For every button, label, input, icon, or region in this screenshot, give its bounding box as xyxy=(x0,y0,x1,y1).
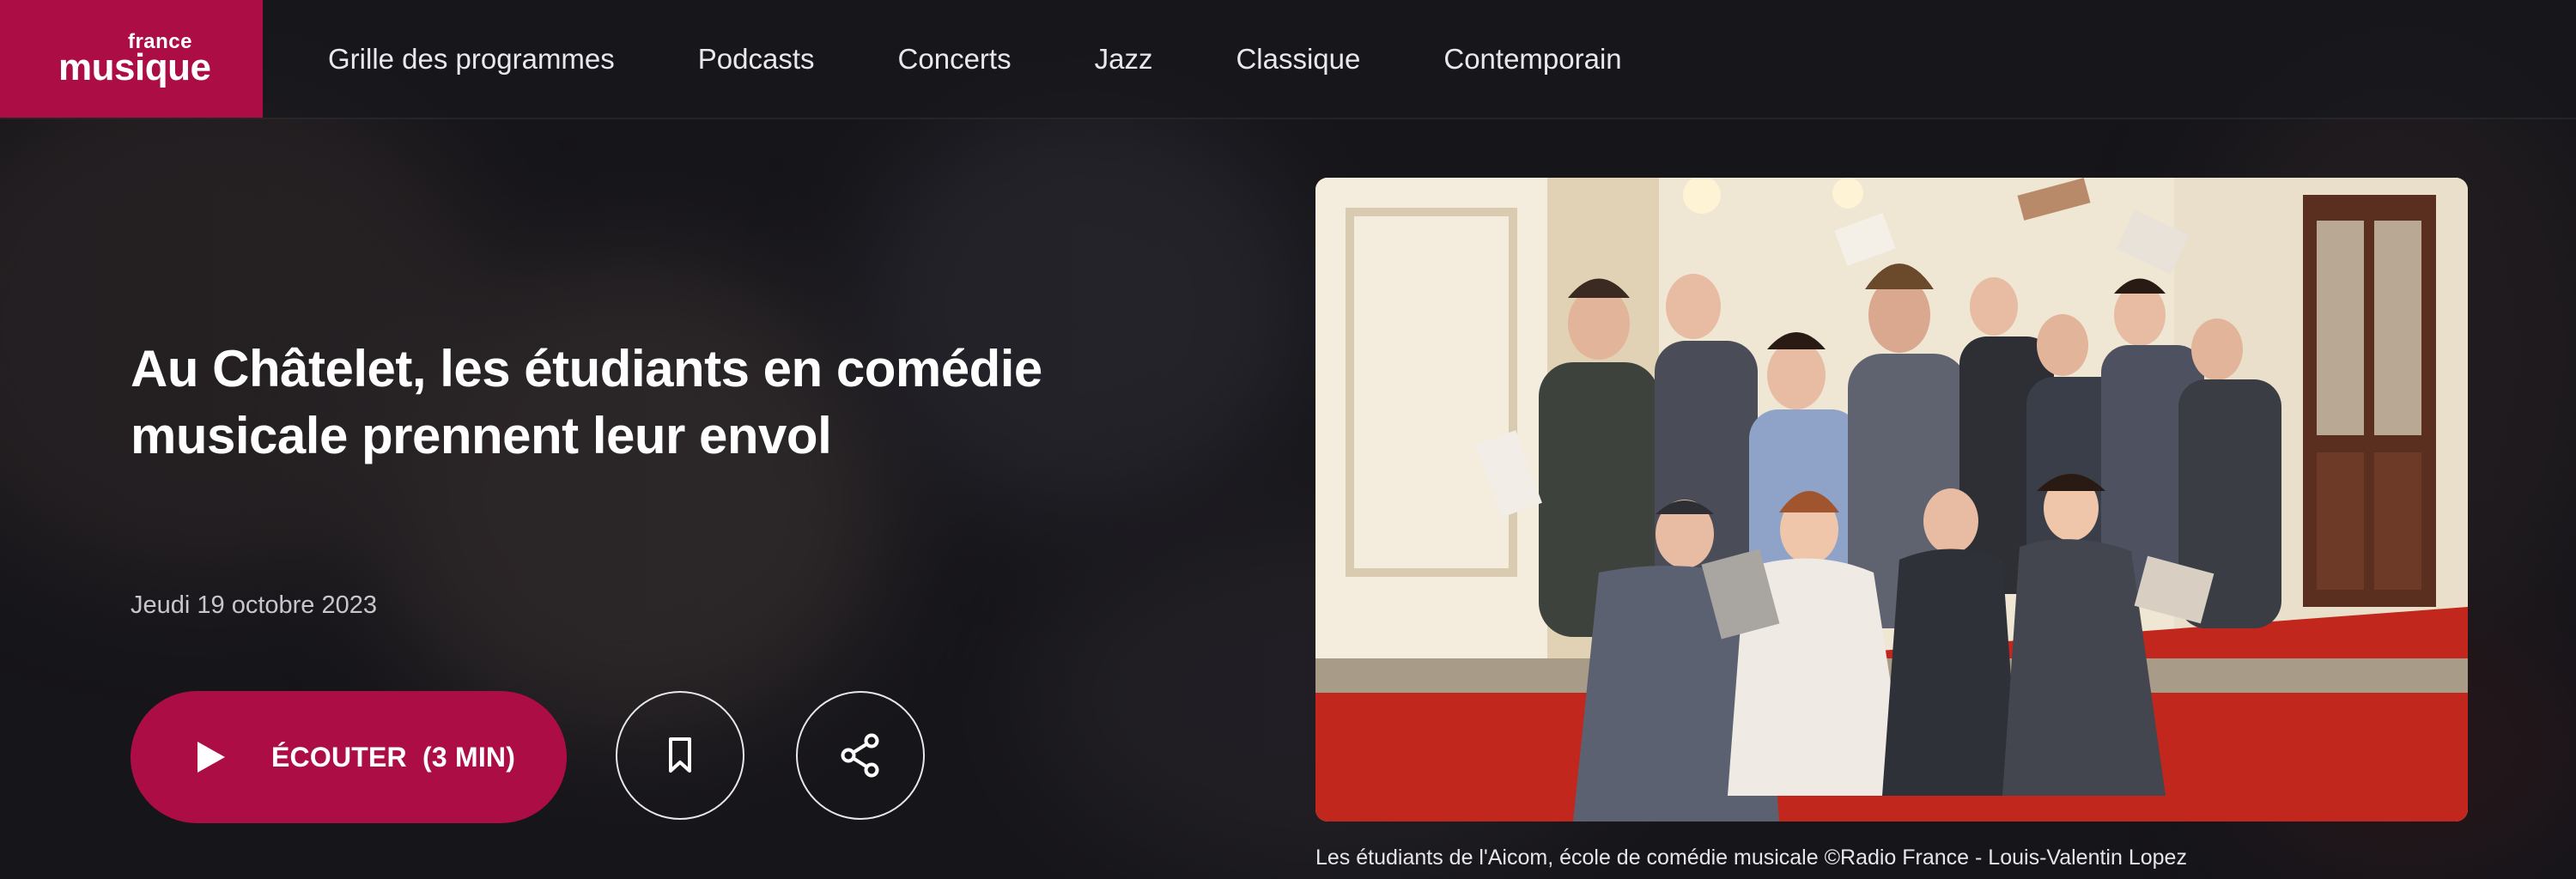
listen-button-label: ÉCOUTER (3 MIN) xyxy=(271,741,516,773)
nav-item-classique[interactable]: Classique xyxy=(1236,43,1360,76)
publication-date: Jeudi 19 octobre 2023 xyxy=(131,591,377,619)
nav-item-concerts[interactable]: Concerts xyxy=(898,43,1012,76)
logo-wordmark: france musique xyxy=(58,31,211,87)
main-navigation: Grille des programmes Podcasts Concerts … xyxy=(328,0,1705,118)
listen-button[interactable]: ÉCOUTER (3 MIN) xyxy=(131,691,567,823)
share-icon xyxy=(841,733,879,778)
nav-item-contemporain[interactable]: Contemporain xyxy=(1443,43,1621,76)
nav-item-grille-des-programmes[interactable]: Grille des programmes xyxy=(328,43,615,76)
photo-caption: Les étudiants de l'Aicom, école de coméd… xyxy=(1315,846,2187,870)
bookmark-icon xyxy=(669,737,691,773)
play-icon xyxy=(197,742,225,773)
page-title: Au Châtelet, les étudiants en comédie mu… xyxy=(131,340,1042,464)
france-musique-logo[interactable]: france musique xyxy=(0,0,263,118)
article-hero: Au Châtelet, les étudiants en comédie mu… xyxy=(0,118,2576,879)
site-header: france musique Grille des programmes Pod… xyxy=(0,0,2576,119)
logo-text-musique: musique xyxy=(58,45,211,88)
share-button[interactable] xyxy=(796,691,925,820)
nav-item-jazz[interactable]: Jazz xyxy=(1095,43,1153,76)
bookmark-button[interactable] xyxy=(616,691,744,820)
article-photo xyxy=(1315,178,2468,821)
nav-item-podcasts[interactable]: Podcasts xyxy=(698,43,815,76)
photo-students-group xyxy=(1315,178,2468,821)
